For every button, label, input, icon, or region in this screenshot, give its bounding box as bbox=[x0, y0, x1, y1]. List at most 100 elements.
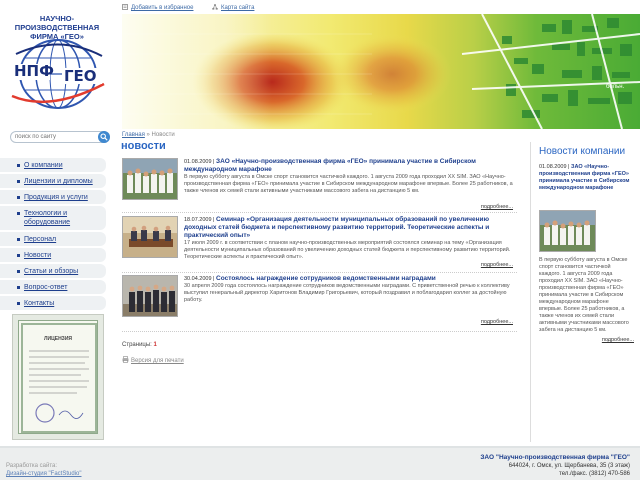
bullet-icon bbox=[17, 286, 20, 289]
news-divider bbox=[122, 331, 517, 332]
breadcrumb: Главная » Новости bbox=[122, 132, 175, 138]
banner-label: больн. bbox=[606, 84, 625, 90]
sidebar-news-date: 01.08.2009 bbox=[539, 164, 567, 170]
printer-icon bbox=[122, 356, 129, 363]
add-to-favorites-label: Добавить в избранное bbox=[131, 5, 194, 11]
menu-item-label: О компании bbox=[24, 162, 63, 169]
license-image[interactable]: ЛИЦЕНЗИЯ bbox=[12, 314, 104, 440]
sidebar-news-header: 01.08.2009 | ЗАО «Научно-производственна… bbox=[539, 164, 635, 192]
news-more-link[interactable]: подробнее... bbox=[481, 204, 513, 210]
news-body: 01.08.2009 | ЗАО «Научно-производственна… bbox=[184, 158, 514, 195]
pagination-label: Страницы: bbox=[122, 342, 152, 348]
bullet-icon bbox=[17, 238, 20, 241]
news-divider bbox=[122, 212, 517, 213]
search-icon bbox=[100, 133, 108, 141]
sitemap-link[interactable]: Карта сайта bbox=[212, 4, 254, 11]
news-item: 01.08.2009 | ЗАО «Научно-производственна… bbox=[122, 158, 517, 212]
search-box bbox=[10, 131, 110, 143]
sidebar-news-more-link[interactable]: подробнее... bbox=[602, 337, 634, 343]
search-button[interactable] bbox=[98, 131, 110, 143]
pagination: Страницы: 1 bbox=[122, 342, 157, 348]
footer-phone: тел./факс. (3812) 470-586 bbox=[559, 471, 630, 477]
top-bar: Добавить в избранное Карта сайта bbox=[112, 0, 640, 14]
news-item: 30.04.2009 | Состоялось награждение сотр… bbox=[122, 275, 517, 331]
sitemap-label: Карта сайта bbox=[221, 5, 255, 11]
bullet-icon bbox=[17, 270, 20, 273]
footer: Разработка сайта: Дизайн-студия "FactStu… bbox=[0, 446, 640, 480]
news-date: 01.08.2009 bbox=[184, 159, 212, 165]
menu-item-news[interactable]: Новости bbox=[0, 248, 106, 262]
menu-item-label: Статьи и обзоры bbox=[24, 268, 79, 275]
bullet-icon bbox=[17, 212, 20, 215]
breadcrumb-current: Новости bbox=[151, 132, 175, 138]
footer-developer: Разработка сайта: Дизайн-студия "FactStu… bbox=[6, 462, 82, 478]
footer-address: 644024, г. Омск, ул. Щербанева, 35 (3 эт… bbox=[508, 463, 630, 469]
menu-item-label: Технологии и оборудование bbox=[24, 210, 71, 226]
company-news-sidebar: Новости компании 01.08.2009 | ЗАО «Научн… bbox=[530, 142, 638, 442]
logo-text-left: НПФ bbox=[14, 62, 54, 80]
header-banner: больн. bbox=[122, 14, 640, 129]
news-title-link[interactable]: Семинар «Организация деятельности муници… bbox=[184, 216, 489, 239]
news-text: В первую субботу августа в Омске спорт с… bbox=[184, 174, 513, 194]
breadcrumb-home-link[interactable]: Главная bbox=[122, 132, 145, 138]
menu-item-faq[interactable]: Вопрос-ответ bbox=[0, 280, 106, 294]
bookmark-icon bbox=[122, 4, 128, 10]
footer-developer-label: Разработка сайта: bbox=[6, 463, 58, 469]
news-title-link[interactable]: ЗАО «Научно-производственная фирма «ГЕО»… bbox=[184, 158, 476, 173]
bullet-icon bbox=[17, 164, 20, 167]
logo-text-right: ГЕО bbox=[64, 67, 97, 85]
news-divider bbox=[122, 272, 517, 273]
company-title-line1: НАУЧНО-ПРОИЗВОДСТВЕННАЯ bbox=[14, 14, 100, 32]
news-title-link[interactable]: Состоялось награждение сотрудников ведом… bbox=[216, 275, 436, 282]
page: НАУЧНО-ПРОИЗВОДСТВЕННАЯ ФИРМА «ГЕО» НПФ … bbox=[0, 0, 640, 480]
news-text: 17 июля 2009 г. в соответствии с планом … bbox=[184, 240, 511, 260]
menu-item-label: Контакты bbox=[24, 300, 55, 307]
news-photo-awards[interactable] bbox=[122, 275, 178, 317]
license-document: ЛИЦЕНЗИЯ bbox=[18, 320, 98, 434]
news-body: 18.07.2009 | Семинар «Организация деятел… bbox=[184, 216, 514, 261]
footer-contacts: ЗАО "Научно-производственная фирма "ГЕО"… bbox=[480, 454, 630, 478]
menu-item-about[interactable]: О компании bbox=[0, 158, 106, 172]
bullet-icon bbox=[17, 302, 20, 305]
menu-item-label: Лицензии и дипломы bbox=[24, 178, 93, 185]
license-doc-title: ЛИЦЕНЗИЯ bbox=[43, 336, 73, 342]
breadcrumb-separator: » bbox=[146, 132, 150, 138]
pagination-current-page[interactable]: 1 bbox=[154, 342, 157, 348]
print-version-label: Версия для печати bbox=[131, 358, 184, 364]
menu-item-label: Новости bbox=[24, 252, 52, 259]
footer-developer-link[interactable]: Дизайн-студия "FactStudio" bbox=[6, 471, 82, 477]
news-text: 30 апреля 2009 года состоялось награжден… bbox=[184, 283, 510, 303]
logo[interactable]: НПФ ГЕО bbox=[10, 34, 106, 114]
menu-item-contacts[interactable]: Контакты bbox=[0, 296, 106, 310]
search-input[interactable] bbox=[15, 132, 97, 142]
news-photo-seminar[interactable] bbox=[122, 216, 178, 258]
bullet-icon bbox=[17, 196, 20, 199]
page-title: новости bbox=[121, 140, 166, 152]
news-body: 30.04.2009 | Состоялось награждение сотр… bbox=[184, 275, 514, 304]
sidebar-news-text: В первую субботу августа в Омске спорт с… bbox=[539, 257, 629, 333]
news-photo-marathon[interactable] bbox=[122, 158, 178, 200]
menu-item-label: Вопрос-ответ bbox=[24, 284, 68, 291]
news-date: 30.04.2009 bbox=[184, 276, 212, 282]
sitemap-icon bbox=[212, 4, 218, 10]
bullet-icon bbox=[17, 254, 20, 257]
news-more-link[interactable]: подробнее... bbox=[481, 262, 513, 268]
left-column: НАУЧНО-ПРОИЗВОДСТВЕННАЯ ФИРМА «ГЕО» НПФ … bbox=[0, 0, 112, 446]
menu-item-staff[interactable]: Персонал bbox=[0, 232, 106, 246]
bullet-icon bbox=[17, 180, 20, 183]
menu-item-label: Персонал bbox=[24, 236, 57, 243]
add-to-favorites-link[interactable]: Добавить в избранное bbox=[122, 4, 193, 11]
news-date: 18.07.2009 bbox=[184, 217, 212, 223]
news-item: 18.07.2009 | Семинар «Организация деятел… bbox=[122, 216, 517, 272]
main-menu: О компании Лицензии и дипломы Продукция … bbox=[0, 158, 106, 312]
menu-item-technologies[interactable]: Технологии и оборудование bbox=[0, 206, 106, 230]
news-more-link[interactable]: подробнее... bbox=[481, 319, 513, 325]
print-version-link[interactable]: Версия для печати bbox=[122, 356, 184, 364]
sidebar-title: Новости компании bbox=[539, 146, 626, 157]
menu-item-label: Продукция и услуги bbox=[24, 194, 88, 201]
menu-item-products[interactable]: Продукция и услуги bbox=[0, 190, 106, 204]
menu-item-articles[interactable]: Статьи и обзоры bbox=[0, 264, 106, 278]
sidebar-news-photo[interactable] bbox=[539, 210, 596, 252]
footer-company-name: ЗАО "Научно-производственная фирма "ГЕО" bbox=[480, 454, 630, 461]
menu-item-licenses[interactable]: Лицензии и дипломы bbox=[0, 174, 106, 188]
